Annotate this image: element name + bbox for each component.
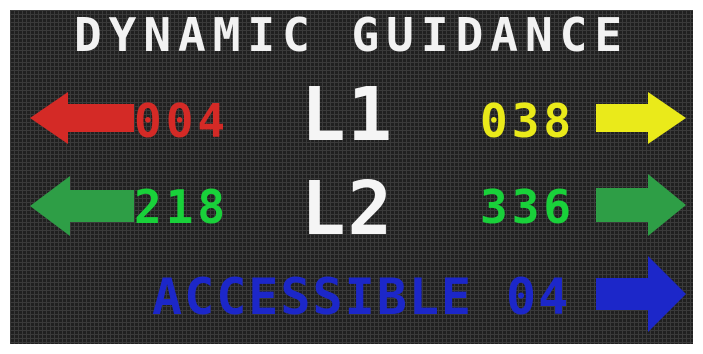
- accessible-count: 04: [506, 268, 571, 326]
- l2-right-arrow-icon: [596, 174, 686, 236]
- l1-right-arrow-icon: [596, 92, 686, 144]
- accessible-label: ACCESSIBLE: [152, 268, 474, 326]
- l1-left-arrow-icon: [30, 92, 134, 144]
- l2-level-label: L2: [301, 166, 395, 252]
- l1-left-count: 004: [134, 94, 230, 148]
- sign-title: DYNAMIC GUIDANCE: [73, 10, 630, 62]
- guidance-sign-panel: DYNAMIC GUIDANCE 004 L1 038 218 L2 336 A…: [10, 10, 693, 344]
- l1-level-label: L1: [301, 72, 395, 158]
- l2-left-count: 218: [134, 180, 230, 234]
- l2-left-arrow-icon: [30, 176, 134, 236]
- l2-right-count: 336: [480, 180, 576, 234]
- l1-right-count: 038: [480, 94, 576, 148]
- accessible-right-arrow-icon: [596, 256, 686, 332]
